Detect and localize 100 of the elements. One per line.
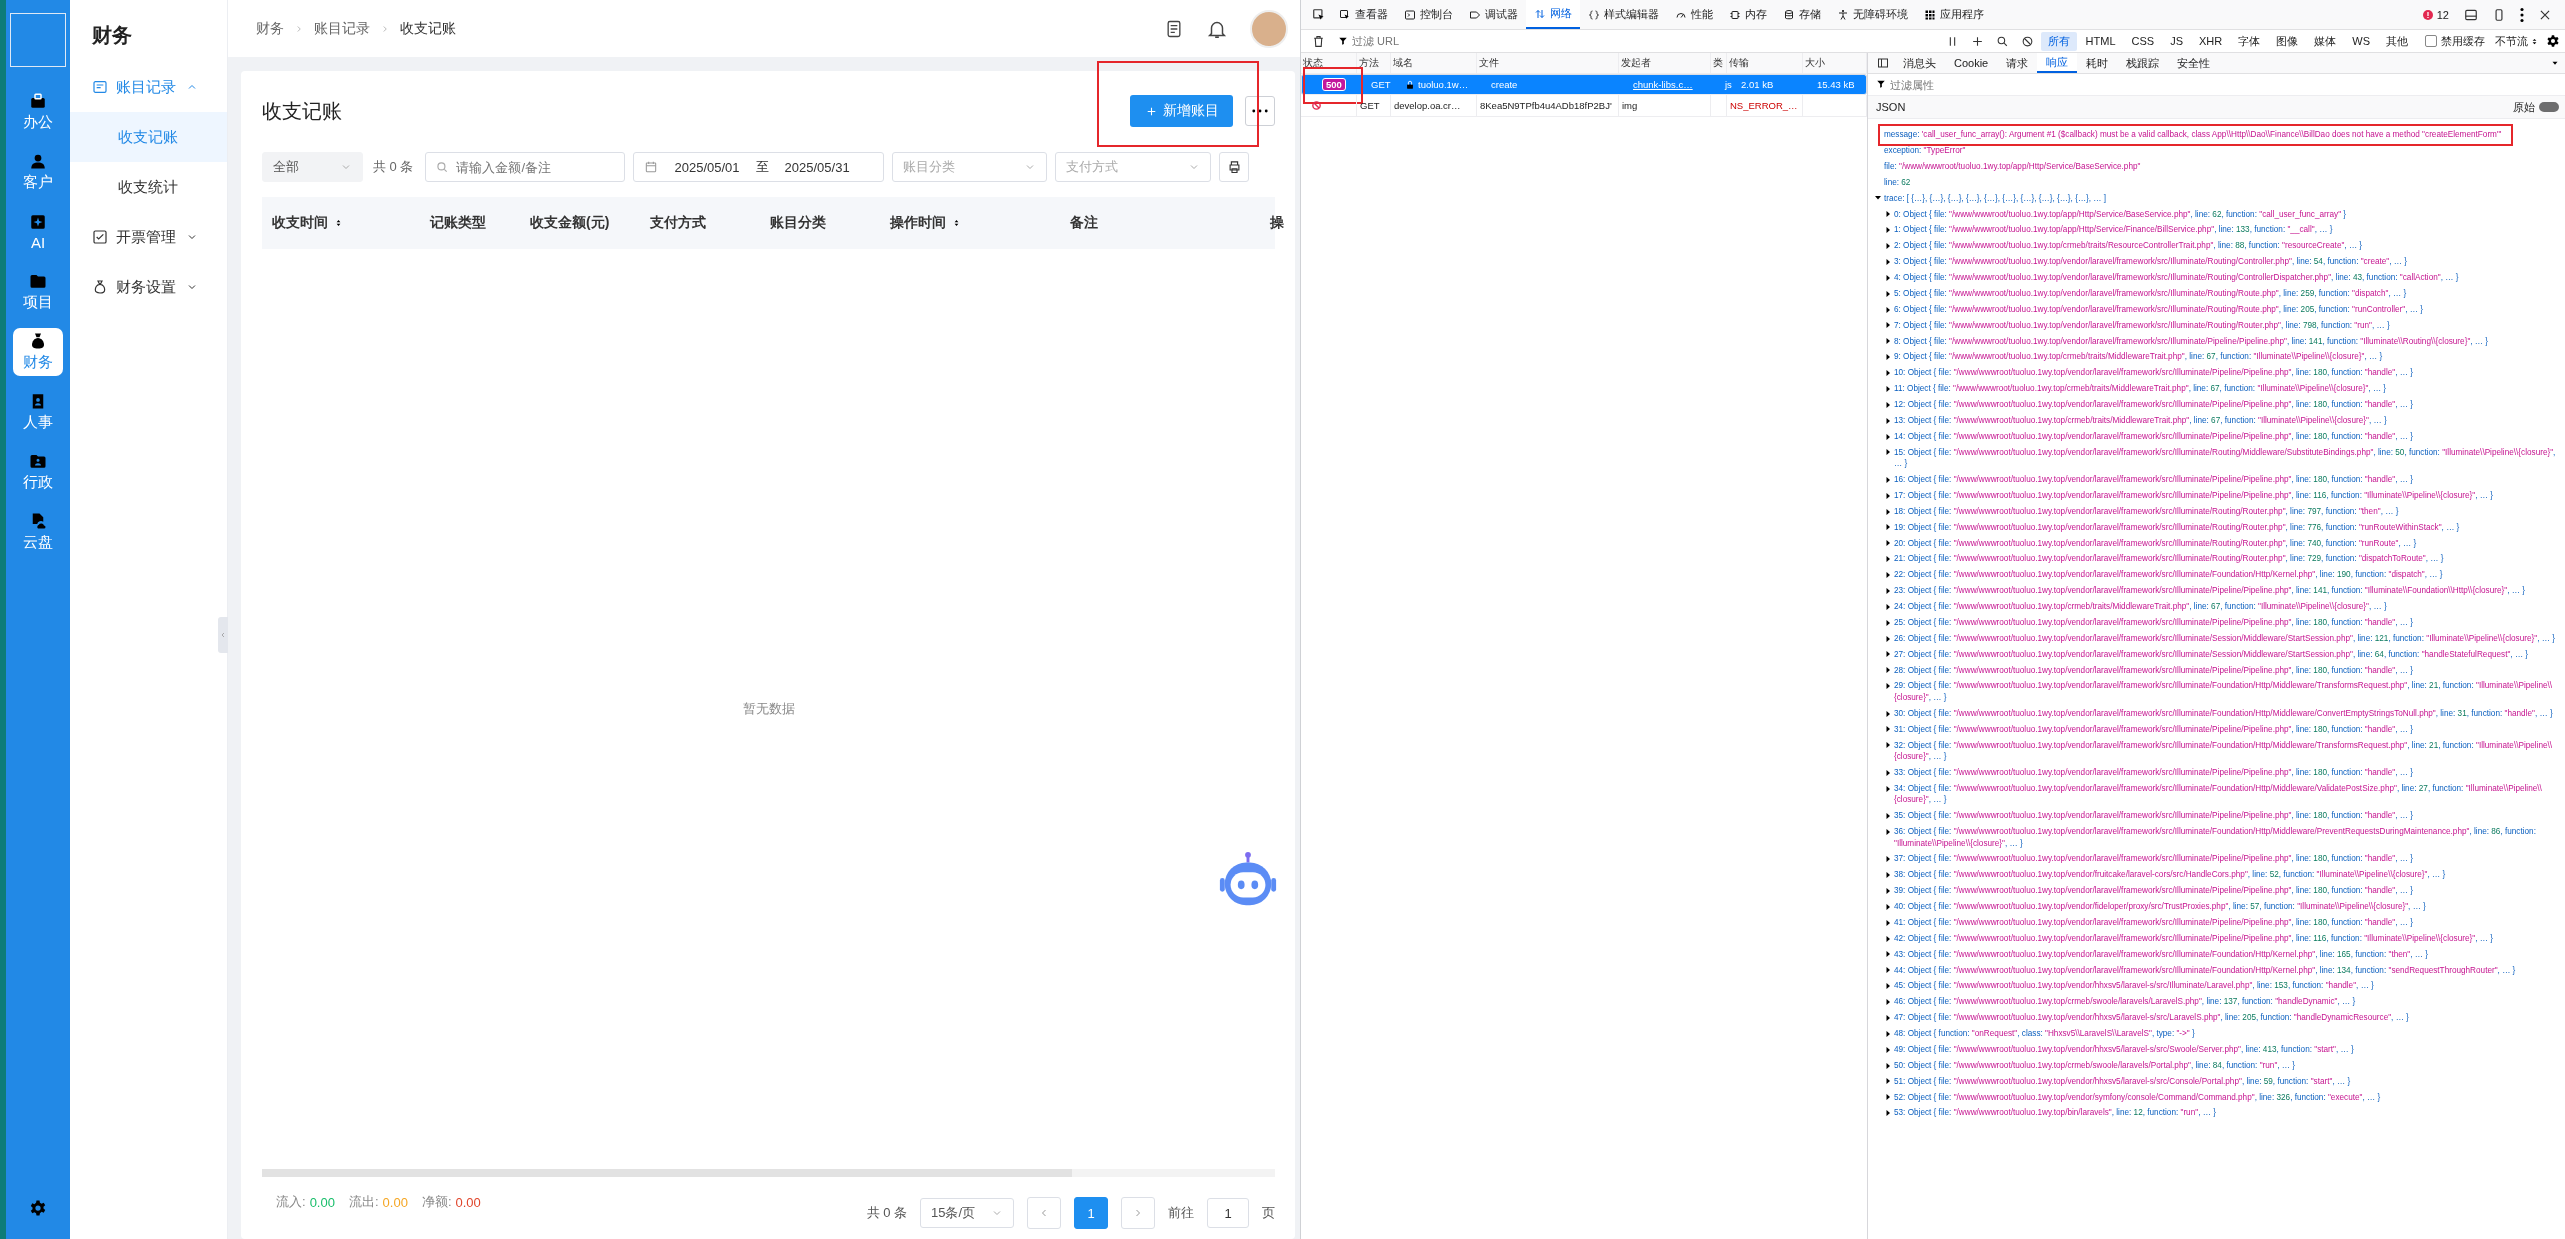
collapsed-arrow-icon[interactable]	[1884, 650, 1892, 659]
url-filter-field[interactable]: 过滤 URL	[1332, 31, 1939, 51]
request-row[interactable]: GET develop.oa.cr… 8Kea5N9TPfb4u4ADb18fP2BJ' img NS_ERROR_…	[1301, 95, 1867, 117]
collapsed-arrow-icon[interactable]	[1884, 998, 1892, 1007]
collapsed-arrow-icon[interactable]	[1884, 709, 1892, 718]
devtools-tab[interactable]: 存储	[1775, 0, 1829, 29]
date-range-field[interactable]: 2025/05/01 至 2025/05/31	[633, 152, 885, 182]
collapsed-arrow-icon[interactable]	[1884, 666, 1892, 675]
collapsed-arrow-icon[interactable]	[1884, 768, 1892, 777]
more-button[interactable]	[1245, 96, 1275, 126]
collapsed-arrow-icon[interactable]	[1884, 432, 1892, 441]
checkbox[interactable]	[2425, 35, 2437, 47]
print-button[interactable]	[1219, 152, 1250, 182]
panel-tab[interactable]: 请求	[1997, 53, 2038, 73]
collapsed-arrow-icon[interactable]	[1884, 305, 1892, 314]
sidebar-item[interactable]: 收支统计	[70, 162, 227, 212]
devtools-tab[interactable]: 网络	[1526, 0, 1580, 29]
collapsed-arrow-icon[interactable]	[1884, 475, 1892, 484]
collapsed-arrow-icon[interactable]	[1884, 784, 1892, 793]
devtools-tab[interactable]: 无障碍环境	[1829, 0, 1916, 29]
collapsed-arrow-icon[interactable]	[1884, 966, 1892, 975]
column-header[interactable]: 域名	[1391, 53, 1477, 73]
collapsed-arrow-icon[interactable]	[1884, 682, 1892, 691]
rail-item[interactable]: 云盘	[13, 508, 63, 556]
split-console-icon[interactable]	[2464, 7, 2478, 22]
panel-tab[interactable]: 耗时	[2077, 53, 2118, 73]
column-header[interactable]: 发起者	[1619, 53, 1711, 73]
collapsed-arrow-icon[interactable]	[1884, 1045, 1892, 1054]
collapsed-arrow-icon[interactable]	[1884, 811, 1892, 820]
collapsed-arrow-icon[interactable]	[1884, 242, 1892, 251]
type-filter-button[interactable]: 媒体	[2307, 31, 2344, 51]
column-header[interactable]: 传输	[1727, 53, 1803, 73]
collapsed-arrow-icon[interactable]	[1884, 934, 1892, 943]
type-filter-button[interactable]: 图像	[2269, 31, 2306, 51]
collapsed-arrow-icon[interactable]	[1884, 273, 1892, 282]
collapsed-arrow-icon[interactable]	[1884, 902, 1892, 911]
devtools-tab[interactable]: 调试器	[1461, 0, 1526, 29]
column-header[interactable]: 方法	[1357, 53, 1391, 73]
type-filter-button[interactable]: 其他	[2379, 31, 2415, 51]
scrollbar-thumb[interactable]	[262, 1169, 1073, 1177]
type-filter-button[interactable]: 所有	[2040, 31, 2077, 51]
collapsed-arrow-icon[interactable]	[1884, 586, 1892, 595]
page-size-select[interactable]: 15条/页	[920, 1198, 1014, 1228]
scrollbar-track[interactable]	[262, 1169, 1275, 1177]
type-filter-button[interactable]: WS	[2345, 33, 2377, 49]
collapsed-arrow-icon[interactable]	[1884, 1061, 1892, 1070]
collapsed-arrow-icon[interactable]	[1884, 602, 1892, 611]
collapse-handle[interactable]	[218, 617, 228, 653]
collapsed-arrow-icon[interactable]	[1884, 1013, 1892, 1022]
search-field[interactable]: 请输入金额/备注	[425, 152, 626, 182]
type-filter-button[interactable]: JS	[2163, 33, 2191, 49]
panel-tab[interactable]: 安全性	[2168, 53, 2220, 73]
rail-item[interactable]: 财务	[13, 328, 63, 376]
more-icon[interactable]	[2520, 7, 2524, 22]
collapsed-arrow-icon[interactable]	[1884, 950, 1892, 959]
column-header[interactable]: 大小	[1803, 53, 1867, 73]
collapsed-arrow-icon[interactable]	[1884, 416, 1892, 425]
collapsed-arrow-icon[interactable]	[1884, 491, 1892, 500]
devtools-tab[interactable]: 性能	[1667, 0, 1721, 29]
collapsed-arrow-icon[interactable]	[1884, 226, 1892, 235]
request-row[interactable]: 500 GET tuoluo.1w… create chunk-libs.c… js 2.01 kB 15.43 kB	[1301, 74, 1867, 95]
collapsed-arrow-icon[interactable]	[1884, 400, 1892, 409]
collapsed-arrow-icon[interactable]	[1884, 523, 1892, 532]
column-header[interactable]: 状态	[1301, 53, 1357, 73]
collapsed-arrow-icon[interactable]	[1884, 210, 1892, 219]
rail-item[interactable]: 人事	[13, 388, 63, 436]
block-icon[interactable]	[2020, 34, 2034, 48]
collapsed-arrow-icon[interactable]	[1884, 871, 1892, 880]
panel-tab[interactable]: 消息头	[1894, 53, 1945, 73]
collapsed-arrow-icon[interactable]	[1884, 507, 1892, 516]
goto-page-field[interactable]: 1	[1207, 1198, 1249, 1228]
collapsed-arrow-icon[interactable]	[1884, 257, 1892, 266]
collapsed-arrow-icon[interactable]	[1884, 539, 1892, 548]
collapsed-arrow-icon[interactable]	[1884, 634, 1892, 643]
type-select[interactable]: 全部	[262, 152, 363, 182]
collapsed-arrow-icon[interactable]	[1884, 725, 1892, 734]
panel-tab[interactable]: 响应	[2037, 53, 2078, 73]
collapsed-arrow-icon[interactable]	[1884, 1077, 1892, 1086]
collapsed-arrow-icon[interactable]	[1884, 1093, 1892, 1102]
rail-item[interactable]: 项目	[13, 268, 63, 316]
collapsed-arrow-icon[interactable]	[1884, 886, 1892, 895]
devtools-tab[interactable]: 查看器	[1331, 0, 1396, 29]
devtools-tab[interactable]: 控制台	[1396, 0, 1461, 29]
breadcrumb-item[interactable]: 财务	[256, 19, 284, 38]
collapsed-arrow-icon[interactable]	[1884, 448, 1892, 457]
search-icon[interactable]	[1995, 34, 2009, 48]
devtools-tab[interactable]: 应用程序	[1916, 0, 1992, 29]
column-header[interactable]: 收支时间	[262, 214, 420, 232]
responsive-mode-icon[interactable]	[2492, 7, 2506, 22]
panel-tab[interactable]: Cookie	[1945, 53, 1998, 73]
collapsed-arrow-icon[interactable]	[1884, 618, 1892, 627]
collapsed-arrow-icon[interactable]	[1884, 571, 1892, 580]
collapsed-arrow-icon[interactable]	[1884, 321, 1892, 330]
collapsed-arrow-icon[interactable]	[1884, 741, 1892, 750]
error-count[interactable]: 12	[2421, 8, 2449, 21]
collapsed-arrow-icon[interactable]	[1884, 1029, 1892, 1038]
sidebar-toggle-icon[interactable]	[1877, 57, 1889, 69]
plus-icon[interactable]	[1970, 34, 1984, 48]
breadcrumb-item[interactable]: 账目记录	[314, 19, 370, 38]
property-filter-field[interactable]: 过滤属性	[1868, 74, 2565, 95]
